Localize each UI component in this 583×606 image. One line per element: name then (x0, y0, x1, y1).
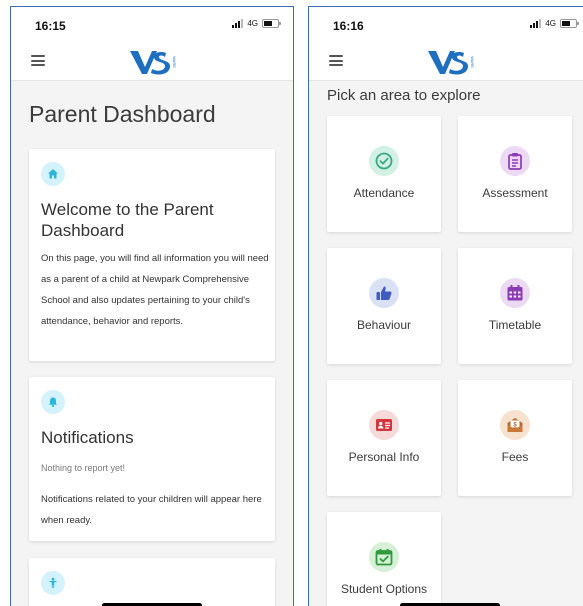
tile-label: Personal Info (348, 450, 420, 464)
thumbs-up-icon (369, 278, 399, 308)
status-indicators: 4G (530, 19, 579, 28)
tile-attendance[interactable]: Attendance (327, 116, 441, 232)
notifications-title: Notifications (41, 428, 134, 447)
tile-label: Student Options (340, 582, 428, 596)
tile-personal-info[interactable]: Personal Info (327, 380, 441, 496)
notifications-status: Nothing to report yet! (41, 463, 126, 473)
tile-label: Attendance (353, 186, 415, 200)
explore-heading: Pick an area to explore (327, 87, 481, 104)
screenshot-pair: 16:15 4G WARE Parent Dashboard Welcome t… (0, 0, 583, 606)
tile-label: Timetable (488, 318, 542, 332)
welcome-card: Welcome to the Parent Dashboard On this … (29, 149, 275, 361)
notifications-card: Notifications Nothing to report yet! Not… (29, 377, 275, 541)
svg-text:WARE: WARE (470, 56, 474, 68)
status-bar: 16:15 4G (11, 7, 293, 43)
welcome-title: Welcome to the Parent Dashboard (41, 200, 214, 240)
tile-fees[interactable]: $ Fees (458, 380, 572, 496)
tile-behaviour[interactable]: Behaviour (327, 248, 441, 364)
money-envelope-icon: $ (500, 410, 530, 440)
third-card (29, 558, 275, 606)
parent-dashboard-screen: 16:15 4G WARE Parent Dashboard Welcome t… (10, 6, 294, 606)
tile-label: Assessment (482, 186, 548, 200)
battery-icon (560, 19, 579, 28)
bell-icon (41, 390, 65, 414)
status-bar: 16:16 4G (309, 7, 583, 43)
menu-icon[interactable] (329, 55, 343, 66)
child-icon (41, 571, 65, 595)
calendar-icon (500, 278, 530, 308)
id-card-icon (369, 410, 399, 440)
vsware-logo: WARE (130, 51, 176, 75)
signal-icon (232, 19, 244, 28)
menu-icon[interactable] (31, 55, 45, 66)
app-bar: WARE (11, 43, 293, 81)
page-title: Parent Dashboard (29, 101, 216, 127)
notifications-body: Notifications related to your children w… (41, 494, 262, 526)
status-time: 16:16 (333, 19, 364, 33)
tile-timetable[interactable]: Timetable (458, 248, 572, 364)
check-circle-icon (369, 146, 399, 176)
status-indicators: 4G (232, 19, 281, 28)
battery-icon (262, 19, 281, 28)
welcome-body: On this page, you will find all informat… (41, 253, 269, 327)
explore-screen: 16:16 4G WARE Pick an area to explore At… (308, 6, 583, 606)
tile-assessment[interactable]: Assessment (458, 116, 572, 232)
network-label: 4G (247, 19, 258, 28)
vsware-logo: WARE (428, 51, 474, 75)
network-label: 4G (545, 19, 556, 28)
app-bar: WARE (309, 43, 583, 81)
tile-label: Fees (501, 450, 529, 464)
signal-icon (530, 19, 542, 28)
svg-text:WARE: WARE (172, 56, 176, 68)
home-icon (41, 162, 65, 186)
calendar-check-icon (369, 542, 399, 572)
status-time: 16:15 (35, 19, 66, 33)
tile-label: Behaviour (356, 318, 412, 332)
tile-student-options[interactable]: Student Options (327, 512, 441, 606)
clipboard-icon (500, 146, 530, 176)
